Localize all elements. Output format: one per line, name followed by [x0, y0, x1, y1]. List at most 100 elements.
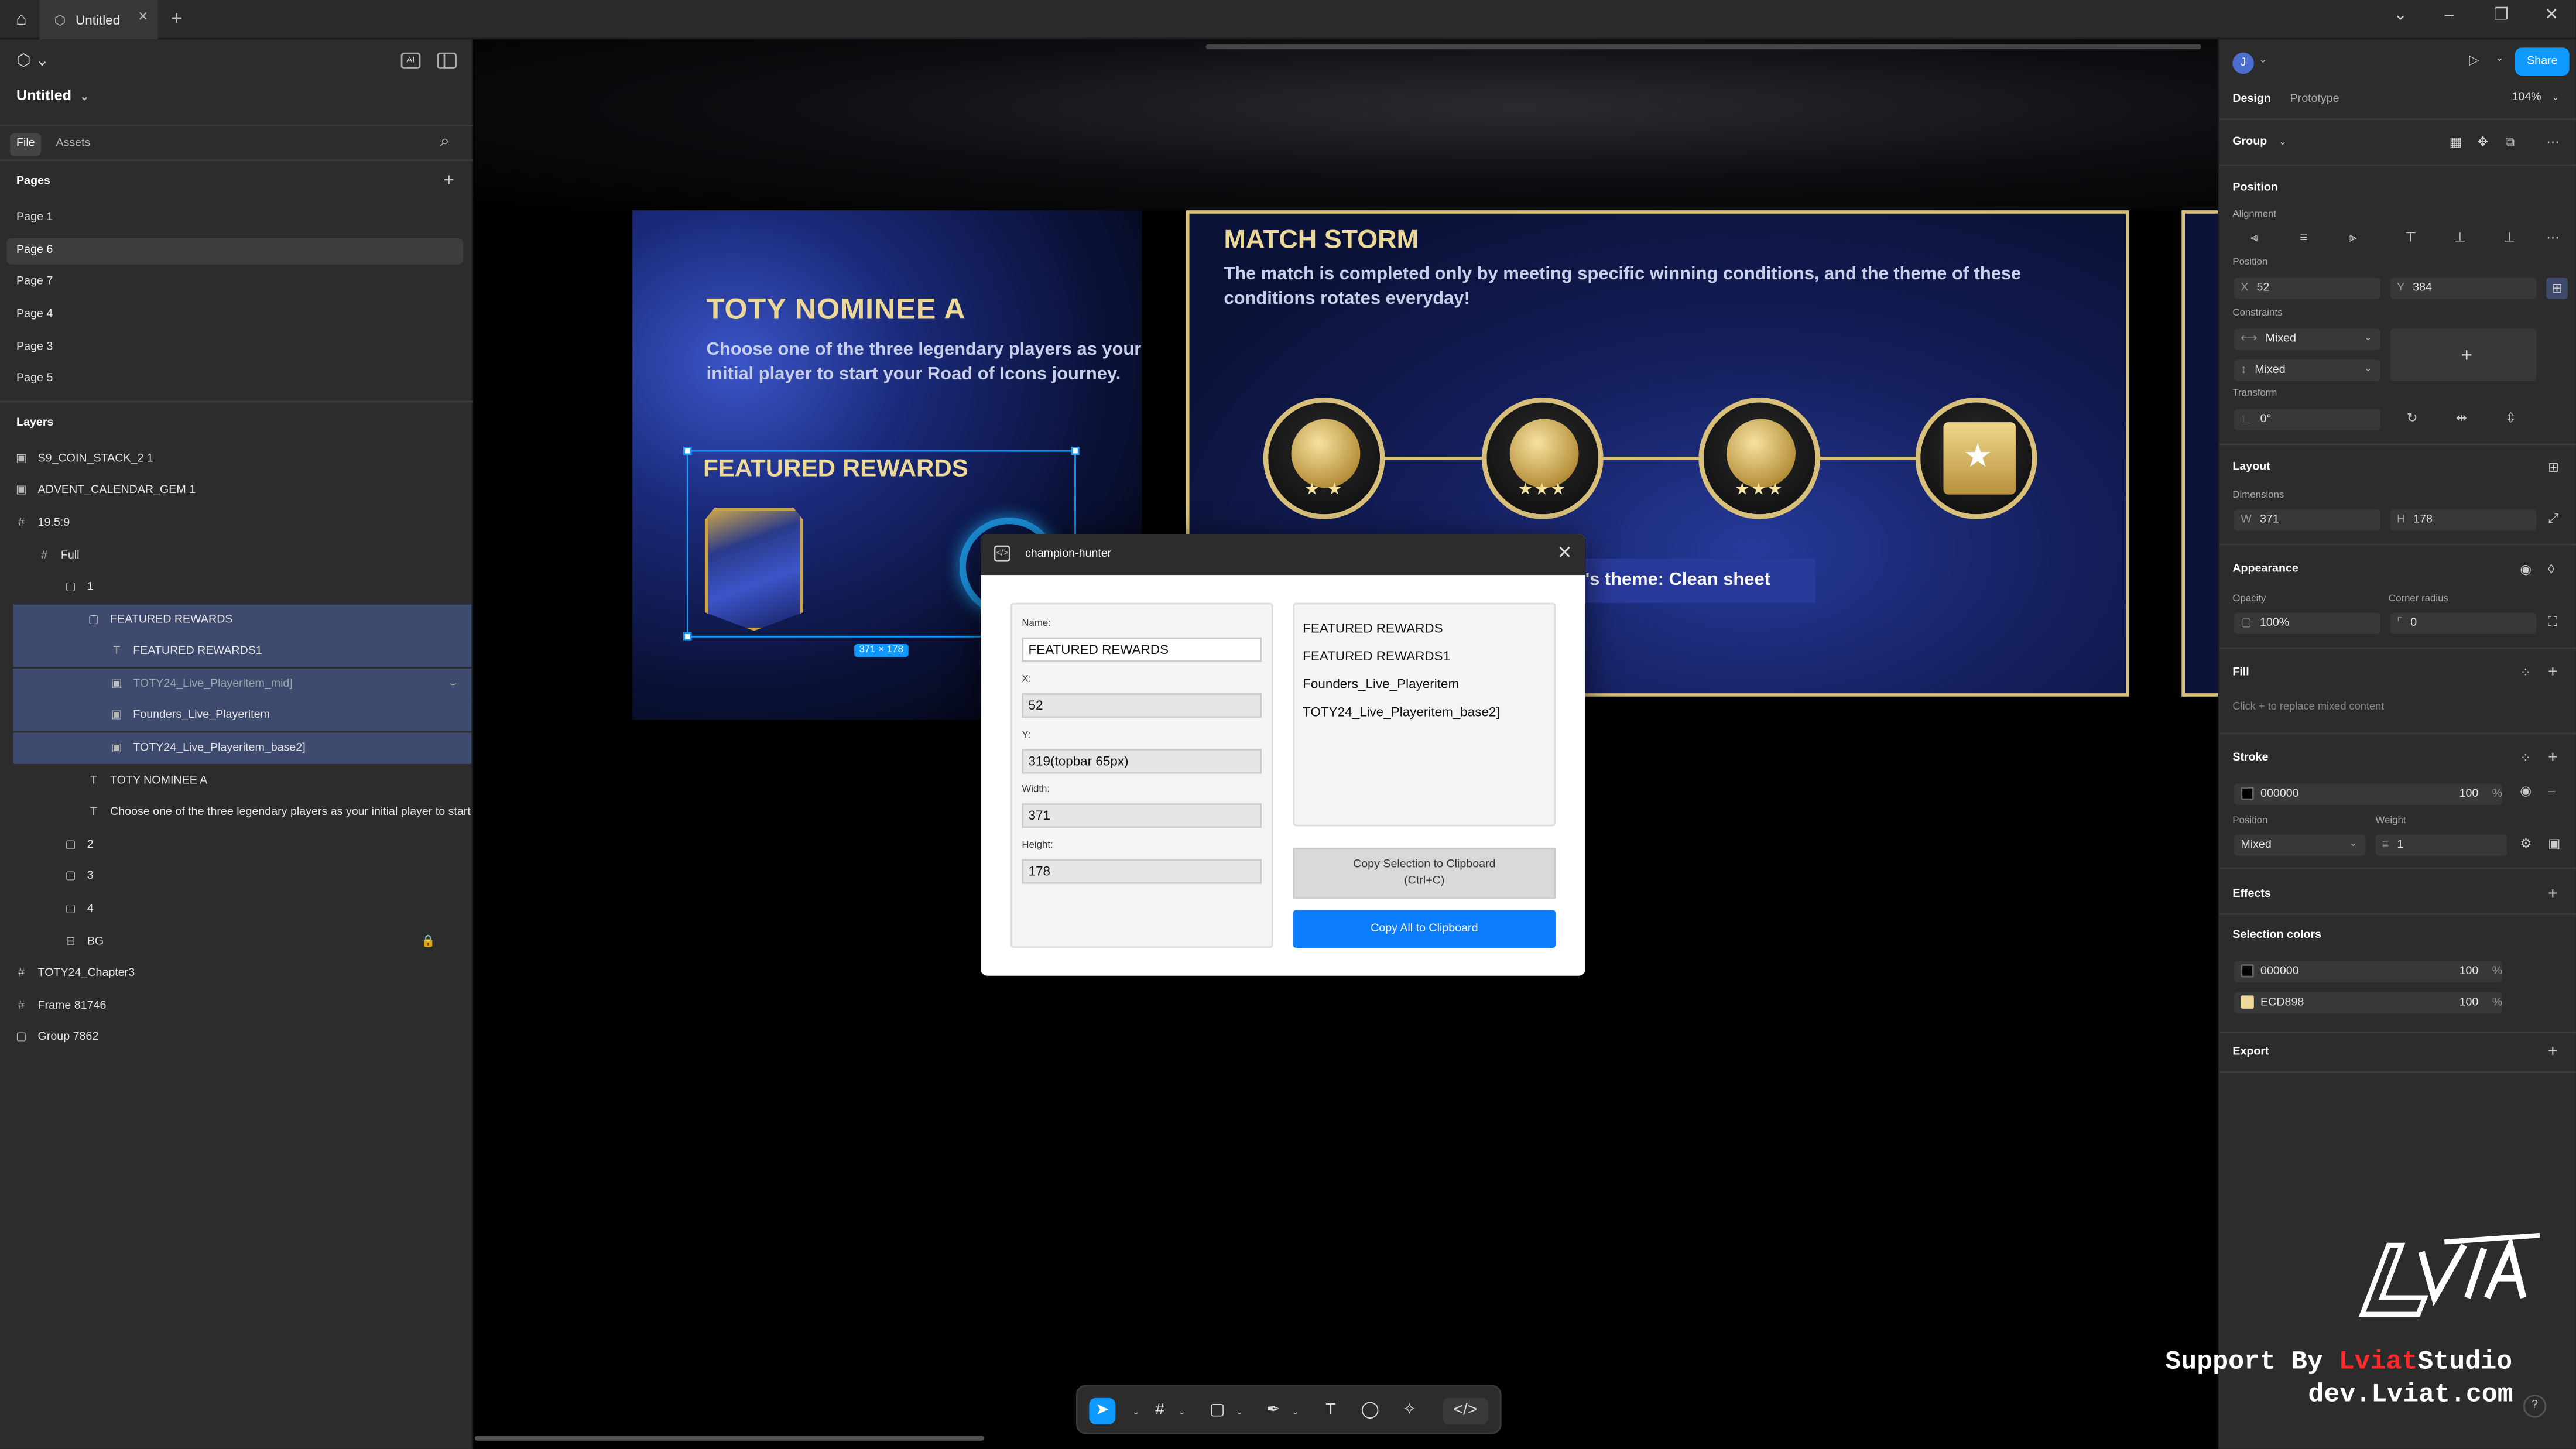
- chevron-down-icon[interactable]: ⌄: [2279, 136, 2287, 148]
- maximize-icon[interactable]: ❐: [2494, 6, 2509, 25]
- move-icon[interactable]: ➤: [1089, 1397, 1116, 1424]
- layer-row[interactable]: # Frame 81746: [13, 991, 471, 1022]
- corner-radius-field[interactable]: ⌜ 0: [2390, 612, 2537, 635]
- styles-icon[interactable]: ⁘: [2520, 665, 2531, 680]
- eye-icon[interactable]: ◉: [2520, 783, 2532, 798]
- copy-all-button[interactable]: Copy All to Clipboard: [1293, 910, 1556, 948]
- ai-icon[interactable]: AI: [400, 52, 421, 69]
- selection-list[interactable]: FEATURED REWARDS FEATURED REWARDS1 Found…: [1293, 602, 1556, 827]
- align-center-icon[interactable]: ≡: [2300, 230, 2307, 245]
- grid-icon[interactable]: ▦: [2450, 135, 2462, 149]
- layer-row[interactable]: # TOTY24_Chapter3: [13, 958, 471, 989]
- layer-row[interactable]: ▢ 4: [13, 893, 471, 924]
- layer-row[interactable]: # Full: [13, 540, 471, 571]
- remove-icon[interactable]: –: [2548, 783, 2555, 798]
- add-page-icon[interactable]: +: [444, 171, 454, 191]
- horizontal-scrollbar[interactable]: [1205, 44, 2202, 50]
- page-item[interactable]: Page 5: [6, 366, 463, 393]
- comment-icon[interactable]: ◯: [1357, 1398, 1383, 1424]
- actions-icon[interactable]: ✧: [1396, 1398, 1423, 1424]
- align-left-icon[interactable]: ⫷: [2250, 230, 2258, 246]
- list-item[interactable]: FEATURED REWARDS: [1294, 614, 1554, 642]
- minimize-icon[interactable]: –: [2444, 6, 2454, 25]
- layer-row[interactable]: ⊟ BG 🔒: [13, 927, 471, 958]
- selection-color-row[interactable]: ECD898 100 %: [2234, 992, 2502, 1014]
- selection-color-row[interactable]: 000000 100 %: [2234, 961, 2502, 982]
- project-name[interactable]: Untitled ⌄: [16, 87, 90, 104]
- home-icon[interactable]: ⌂: [6, 5, 36, 35]
- auto-layout-icon[interactable]: ⊞: [2548, 460, 2559, 475]
- layer-row[interactable]: ▣ ADVENT_CALENDAR_GEM 1: [13, 475, 471, 506]
- rotate-icon[interactable]: ↻: [2407, 411, 2418, 426]
- page-item[interactable]: Page 7: [6, 269, 463, 296]
- stroke-sides-icon[interactable]: ▣: [2548, 836, 2560, 851]
- height-field[interactable]: H 178: [2390, 509, 2537, 531]
- stroke-weight-field[interactable]: ≡ 1: [2375, 834, 2507, 856]
- sidebar-toggle-icon[interactable]: [437, 52, 457, 69]
- color-swatch[interactable]: [2241, 964, 2254, 978]
- width-field[interactable]: 371: [1022, 803, 1262, 828]
- constraint-widget[interactable]: +: [2390, 328, 2537, 381]
- layer-row[interactable]: ▣ S9_COIN_STACK_2 1: [13, 444, 471, 475]
- resize-handle[interactable]: [683, 632, 692, 641]
- layer-row[interactable]: T TOTY NOMINEE A: [13, 766, 471, 797]
- rectangle-icon[interactable]: ▢: [1204, 1398, 1231, 1424]
- chevron-down-icon[interactable]: ⌄: [1173, 1398, 1189, 1424]
- eye-icon[interactable]: ◉: [2520, 562, 2532, 577]
- play-icon[interactable]: ▷: [2469, 53, 2479, 67]
- stroke-swatch[interactable]: [2241, 787, 2254, 800]
- expand-corners-icon[interactable]: ⛶: [2548, 614, 2557, 631]
- frame-icon[interactable]: #: [1147, 1398, 1173, 1424]
- flip-vertical-icon[interactable]: ⇳: [2505, 411, 2516, 426]
- flip-horizontal-icon[interactable]: ⇹: [2456, 411, 2467, 426]
- page-item[interactable]: Page 3: [6, 335, 463, 361]
- align-middle-icon[interactable]: ⊥: [2454, 230, 2466, 245]
- tab-file[interactable]: File: [9, 133, 42, 156]
- align-bottom-icon[interactable]: ⊥: [2503, 230, 2515, 245]
- tab-prototype[interactable]: Prototype: [2285, 89, 2344, 110]
- add-export-icon[interactable]: +: [2548, 1043, 2557, 1061]
- page-item[interactable]: Page 4: [6, 302, 463, 328]
- search-icon[interactable]: ⌕: [440, 133, 450, 151]
- y-field[interactable]: 319(topbar 65px): [1022, 749, 1262, 774]
- list-item[interactable]: FEATURED REWARDS1: [1294, 642, 1554, 670]
- text-icon[interactable]: T: [1317, 1398, 1344, 1424]
- stroke-color-field[interactable]: 000000 100 %: [2234, 783, 2502, 805]
- page-item-selected[interactable]: Page 6: [6, 238, 464, 265]
- file-tab[interactable]: ⬡ Untitled ×: [39, 0, 158, 40]
- page-item[interactable]: Page 1: [6, 205, 463, 232]
- layer-row[interactable]: ▢ 1: [13, 571, 471, 602]
- chevron-down-icon[interactable]: ⌄: [1123, 1398, 1146, 1424]
- layer-row[interactable]: #19.5:9: [13, 508, 471, 539]
- x-field[interactable]: X 52: [2234, 278, 2380, 299]
- constraint-vertical[interactable]: ↕ Mixed ⌄: [2234, 359, 2380, 381]
- constraint-horizontal[interactable]: ⟷ Mixed ⌄: [2234, 328, 2380, 350]
- add-tab-icon[interactable]: +: [171, 6, 183, 29]
- chevron-down-icon[interactable]: ⌄: [2259, 54, 2267, 66]
- droplet-icon[interactable]: ◊: [2548, 562, 2554, 577]
- layer-row-selected[interactable]: ▣ Founders_Live_Playeritem: [13, 700, 472, 731]
- help-button[interactable]: ?: [2523, 1395, 2547, 1418]
- boolean-icon[interactable]: ⧉: [2505, 135, 2515, 151]
- zoom-level[interactable]: 104%: [2512, 92, 2541, 104]
- layer-row[interactable]: T Choose one of the three legendary playe…: [13, 797, 471, 828]
- selection-type[interactable]: Group: [2232, 136, 2267, 148]
- x-field[interactable]: 52: [1022, 693, 1262, 718]
- avatar[interactable]: J: [2232, 52, 2254, 74]
- align-right-icon[interactable]: ⫸: [2349, 230, 2357, 246]
- height-field[interactable]: 178: [1022, 859, 1262, 884]
- align-top-icon[interactable]: ⊤: [2405, 230, 2417, 245]
- chevron-down-icon[interactable]: ⌄: [2393, 6, 2407, 25]
- layer-row-selected[interactable]: ▣ TOTY24_Live_Playeritem_base2]: [13, 732, 472, 764]
- pen-icon[interactable]: ✒: [1260, 1398, 1286, 1424]
- close-icon[interactable]: ✕: [1557, 534, 1572, 575]
- lock-icon[interactable]: 🔒: [421, 927, 435, 958]
- layer-row-selected[interactable]: ▢ FEATURED REWARDS: [13, 604, 472, 636]
- chevron-down-icon[interactable]: ⌄: [2551, 92, 2560, 104]
- copy-selection-button[interactable]: Copy Selection to Clipboard (Ctrl+C): [1293, 847, 1556, 899]
- y-field[interactable]: Y 384: [2390, 278, 2537, 299]
- layer-row[interactable]: ▢ Group 7862: [13, 1022, 471, 1053]
- share-button[interactable]: Share: [2515, 47, 2570, 76]
- stroke-position-select[interactable]: Mixed ⌄: [2234, 834, 2366, 856]
- layer-row-selected[interactable]: ▣ TOTY24_Live_Playeritem_mid] ⌣: [13, 669, 472, 700]
